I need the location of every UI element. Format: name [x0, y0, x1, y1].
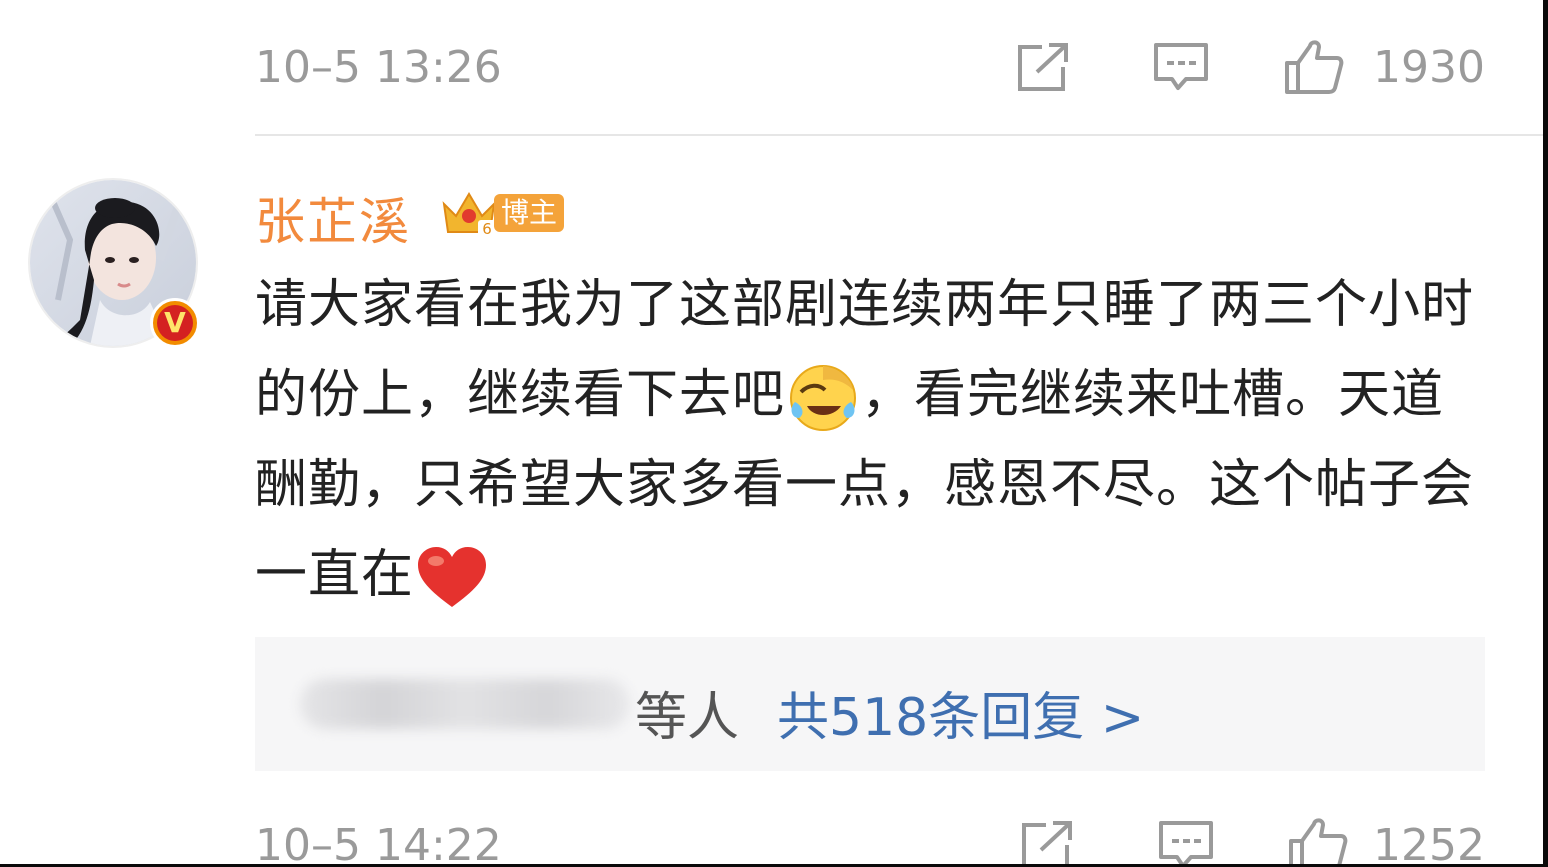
previous-comment-actions: 10–5 13:26 1930: [255, 34, 1485, 104]
verified-badge-letter: V: [164, 306, 186, 339]
replies-preview[interactable]: 等人 共518条回复 >: [255, 637, 1485, 771]
view-replies-link[interactable]: 共518条回复 >: [777, 675, 1144, 750]
comment-actions: 10–5 14:22 1252: [255, 812, 1485, 867]
verified-badge: V: [150, 298, 200, 348]
thumbs-up-icon[interactable]: [1283, 38, 1345, 96]
laugh-cry-emoji: [790, 365, 857, 431]
crown-icon: 6: [442, 192, 496, 238]
blurred-replier-names: [300, 679, 630, 729]
red-heart-emoji: [418, 547, 487, 607]
comment-divider: [255, 134, 1545, 136]
previous-comment-like-count: 1930: [1373, 42, 1485, 93]
screen-edge: [1543, 0, 1548, 867]
replies-prefix: 等人: [635, 688, 740, 748]
author-avatar[interactable]: V: [28, 178, 200, 348]
comment-like-count: 1252: [1373, 820, 1485, 867]
thumbs-up-icon[interactable]: [1287, 816, 1349, 867]
comment-icon[interactable]: [1155, 816, 1217, 867]
comment-author-name[interactable]: 张芷溪: [255, 182, 411, 254]
previous-comment-timestamp: 10–5 13:26: [255, 42, 502, 93]
share-icon[interactable]: [1017, 816, 1079, 867]
share-icon[interactable]: [1013, 38, 1075, 96]
comment-timestamp: 10–5 14:22: [255, 820, 502, 867]
comment-text: 请大家看在我为了这部剧连续两年只睡了两三个小时的份上，继续看下去吧 ，看完继续来…: [255, 260, 1495, 620]
badge-level: 6: [482, 220, 492, 238]
blogger-badge: 6 博主: [438, 186, 568, 240]
badge-label: 博主: [494, 194, 564, 232]
comment-icon[interactable]: [1150, 38, 1212, 96]
